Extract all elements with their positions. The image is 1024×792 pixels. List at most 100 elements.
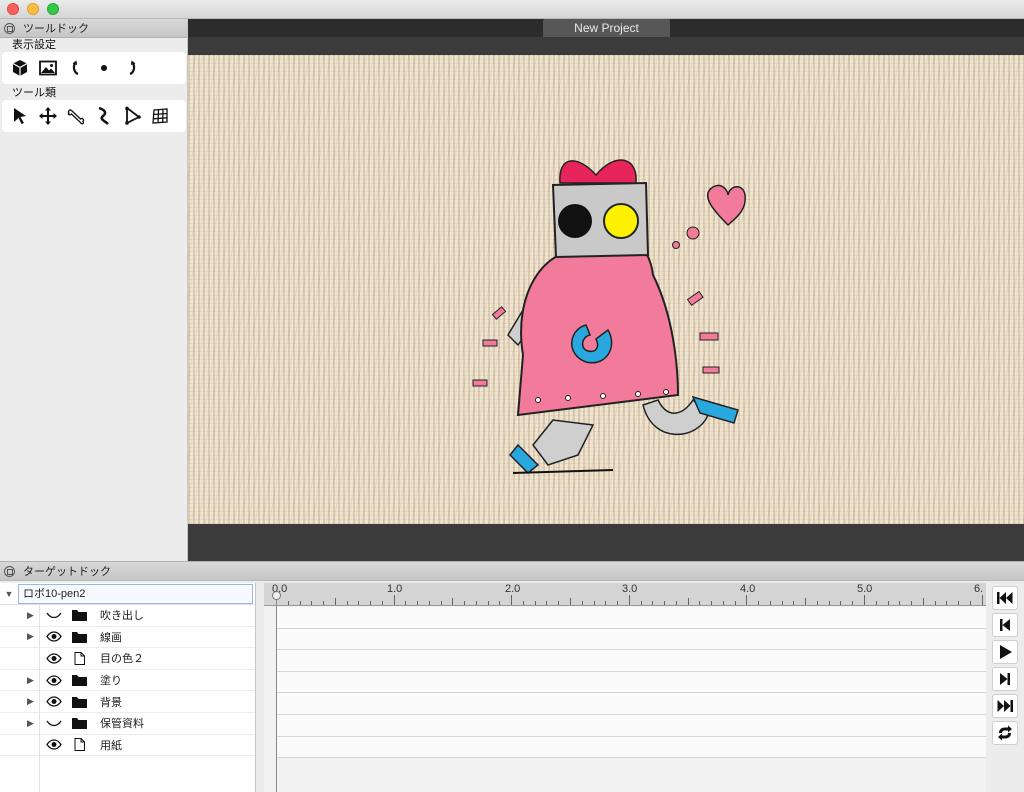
target-dock-title: ターゲットドック [23,566,111,578]
eye-closed-icon[interactable] [40,718,68,728]
ruler-label: 4.0 [740,583,756,595]
previous-frame-button[interactable] [992,613,1018,637]
layer-name: 塗り [100,675,122,688]
ruler-tick [617,601,619,605]
ruler-tick [499,601,501,605]
mesh-grid-icon[interactable] [148,104,172,128]
tools-label: ツール類 [12,87,56,99]
stage-canvas[interactable] [188,55,1024,524]
ruler-tick [946,601,948,605]
layer-column-divider [39,605,40,792]
play-button[interactable] [992,640,1018,664]
jump-to-end-button[interactable] [992,694,1018,718]
arrow-cursor-icon[interactable] [8,104,32,128]
expand-triangle-icon[interactable]: ▶ [0,675,40,686]
timeline-track[interactable] [277,671,986,694]
expand-triangle-icon[interactable]: ▶ [0,610,40,621]
display-tools-panel [2,52,186,84]
ruler-tick [546,601,548,605]
rotate-right-icon[interactable] [120,56,144,80]
ruler-tick [793,601,795,605]
timeline[interactable]: 0.0 1.0 2.0 3.0 4.0 5.0 6. [264,583,986,792]
expand-triangle-icon[interactable]: ▶ [0,718,40,729]
ruler-tick [699,601,701,605]
ruler-tick [593,601,595,605]
folder-icon [68,631,90,643]
ruler-label: 6. [974,583,984,595]
timeline-track[interactable] [277,607,986,629]
ruler-tick [370,601,372,605]
ruler-tick [981,595,983,605]
folder-icon [68,674,90,687]
rotate-left-icon[interactable] [64,56,88,80]
robot-character-illustration[interactable] [438,115,758,485]
dock-float-icon[interactable] [4,22,15,34]
minimize-window-button[interactable] [27,3,39,15]
ruler-tick [840,601,842,605]
polygon-icon[interactable] [120,104,144,128]
ruler-tick [746,595,748,605]
ruler-tick [334,598,336,605]
transport-controls [992,586,1020,748]
ruler-tick [487,601,489,605]
ruler-tick [581,601,583,605]
timeline-track[interactable] [277,736,986,759]
root-layer-name[interactable]: ロボ10-pen2 [18,583,253,604]
expand-triangle-icon[interactable]: ▶ [0,696,40,707]
close-window-button[interactable] [7,3,19,15]
loop-icon[interactable] [992,721,1018,745]
ruler-tick [934,601,936,605]
ruler-tick [405,601,407,605]
eye-open-icon[interactable] [40,739,68,751]
timeline-track[interactable] [277,628,986,651]
ruler-tick [511,595,513,605]
eye-open-icon[interactable] [40,631,68,643]
image-icon[interactable] [36,56,60,80]
zoom-window-button[interactable] [47,3,59,15]
eye-open-icon[interactable] [40,653,68,664]
ruler-tick [628,595,630,605]
collapse-triangle-icon[interactable]: ▼ [0,589,18,599]
tool-dock-header[interactable]: ツールドック [0,19,187,38]
tools-panel [2,100,186,132]
canvas-area[interactable]: New Project [188,19,1024,561]
layer-name: 用紙 [100,739,122,752]
ruler-tick [393,595,395,605]
ruler-tick [381,601,383,605]
next-frame-button[interactable] [992,667,1018,691]
ruler-label: 5.0 [857,583,873,595]
ruler-tick [969,601,971,605]
timeline-ruler[interactable]: 0.0 1.0 2.0 3.0 4.0 5.0 6. [264,583,986,606]
folder-icon [68,696,90,708]
dock-float-icon[interactable] [4,565,15,577]
display-settings-label: 表示設定 [12,39,56,51]
move-icon[interactable] [36,104,60,128]
tab-new-project[interactable]: New Project [543,19,670,37]
ruler-tick [828,601,830,605]
eye-open-icon[interactable] [40,674,68,686]
timeline-track[interactable] [277,650,986,672]
jump-to-start-button[interactable] [992,586,1018,610]
3d-box-icon[interactable] [8,56,32,80]
curve-icon[interactable] [92,104,116,128]
ruler-tick [558,601,560,605]
target-dock-header[interactable]: ターゲットドック [0,562,1024,581]
timeline-track[interactable] [277,693,986,715]
ruler-label: 2.0 [505,583,521,595]
layer-root-row[interactable]: ▼ ロボ10-pen2 [0,583,255,605]
ruler-tick [769,601,771,605]
ruler-tick [311,601,313,605]
timeline-track[interactable] [277,715,986,737]
window-titlebar [0,0,1024,19]
ruler-tick [864,595,865,605]
playhead-line[interactable] [276,593,277,792]
bone-icon[interactable] [64,104,88,128]
expand-triangle-icon[interactable]: ▶ [0,631,40,642]
ruler-tick [816,601,818,605]
dot-icon[interactable] [92,56,116,80]
ruler-tick [781,601,783,605]
ruler-label: 1.0 [387,583,403,595]
eye-open-icon[interactable] [40,696,68,707]
playhead-handle[interactable] [272,591,281,600]
eye-closed-icon[interactable] [40,610,68,620]
